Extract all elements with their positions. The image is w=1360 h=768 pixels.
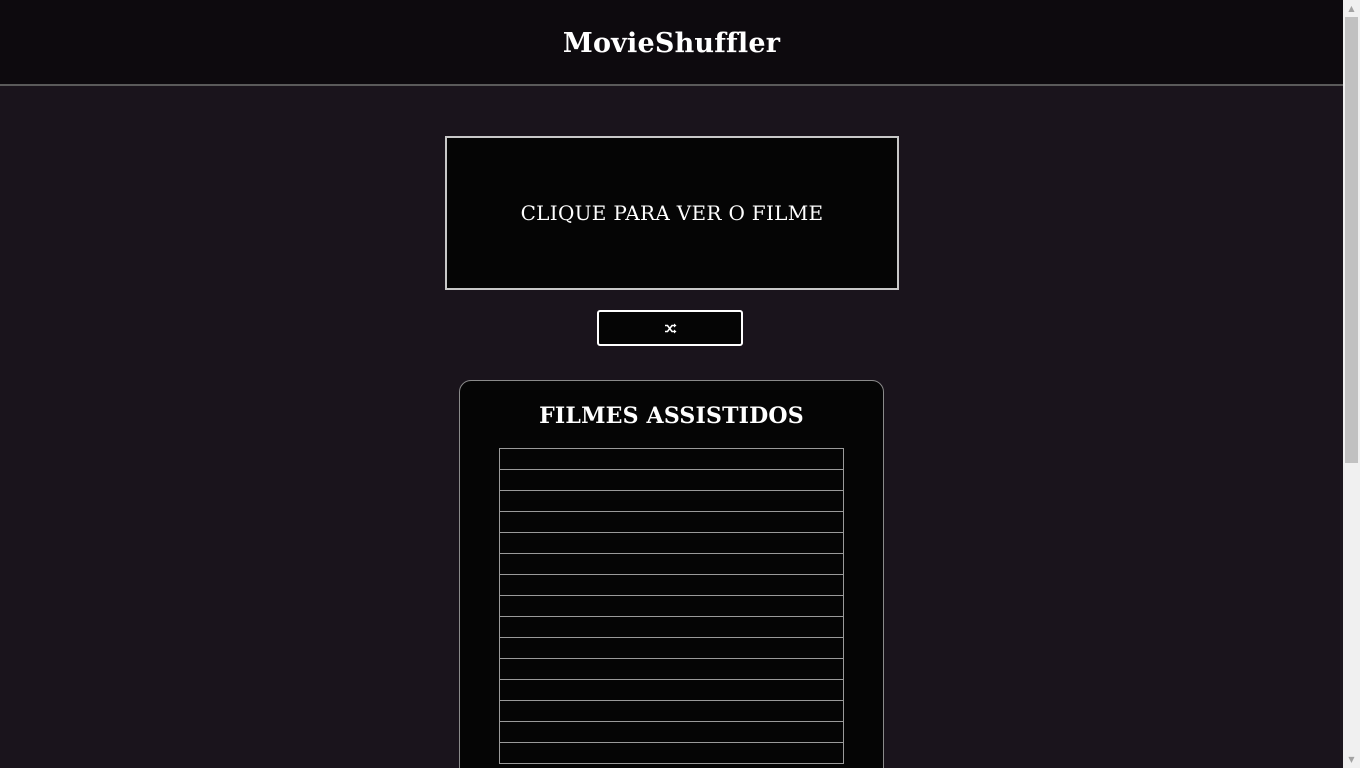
watched-movie-row xyxy=(499,700,844,722)
watched-movie-row xyxy=(499,469,844,491)
scroll-down-icon[interactable]: ▼ xyxy=(1343,751,1360,768)
watched-movie-row xyxy=(499,511,844,533)
movie-reveal-box[interactable]: CLIQUE PARA VER O FILME xyxy=(445,136,899,290)
watched-movies-panel: FILMES ASSISTIDOS xyxy=(459,380,884,768)
watched-movies-title: FILMES ASSISTIDOS xyxy=(539,403,804,429)
app-header: MovieShuffler xyxy=(0,0,1343,86)
vertical-scrollbar[interactable]: ▲ ▼ xyxy=(1343,0,1360,768)
shuffle-icon xyxy=(664,323,677,334)
shuffle-button[interactable] xyxy=(597,310,743,346)
page: MovieShuffler CLIQUE PARA VER O FILME FI… xyxy=(0,0,1343,768)
watched-movie-row xyxy=(499,595,844,617)
watched-movie-row xyxy=(499,574,844,596)
watched-movie-row xyxy=(499,532,844,554)
app-title: MovieShuffler xyxy=(562,27,781,59)
watched-movie-row xyxy=(499,742,844,764)
watched-movie-row xyxy=(499,658,844,680)
movie-reveal-label: CLIQUE PARA VER O FILME xyxy=(520,201,824,225)
watched-movie-row xyxy=(499,448,844,470)
scrollbar-thumb[interactable] xyxy=(1345,17,1358,463)
watched-movie-row xyxy=(499,616,844,638)
watched-movie-row xyxy=(499,553,844,575)
watched-movies-list xyxy=(499,448,844,764)
watched-movie-row xyxy=(499,490,844,512)
scroll-up-icon[interactable]: ▲ xyxy=(1343,0,1360,17)
watched-movie-row xyxy=(499,637,844,659)
watched-movie-row xyxy=(499,721,844,743)
watched-movie-row xyxy=(499,679,844,701)
